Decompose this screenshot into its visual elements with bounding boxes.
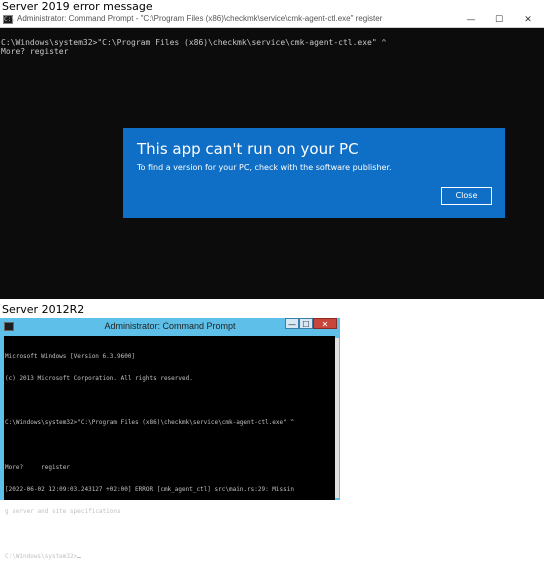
close-button[interactable]: ✕ (513, 13, 543, 27)
maximize-button[interactable]: ☐ (484, 13, 514, 27)
dialog-message: To find a version for your PC, check wit… (137, 163, 392, 172)
console-output: C:\Windows\system32>"C:\Program Files (x… (1, 38, 386, 56)
console-line: C:\Windows\system32>"C:\Program Files (x… (1, 38, 387, 47)
title-bar[interactable]: C:\ Administrator: Command Prompt - "C:\… (0, 13, 544, 28)
title-bar[interactable]: Administrator: Command Prompt — ☐ ✕ (0, 318, 340, 335)
dialog-title: This app can't run on your PC (137, 140, 359, 158)
command-prompt-window-2012r2: Administrator: Command Prompt — ☐ ✕ Micr… (0, 318, 340, 560)
app-cant-run-dialog: This app can't run on your PC To find a … (123, 128, 505, 218)
console-line: More? register (5, 463, 71, 471)
console-prompt: C:\Windows\system32> (5, 552, 78, 560)
console-line: [2022-06-02 12:09:03.243127 +02:00] ERRO… (5, 486, 294, 494)
window-title: Administrator: Command Prompt - "C:\Prog… (17, 14, 383, 23)
console-line: Microsoft Windows [Version 6.3.9600] (5, 352, 136, 360)
caption-server-2012r2: Server 2012R2 (2, 303, 85, 316)
console-output: Microsoft Windows [Version 6.3.9600] (c)… (4, 336, 335, 560)
scrollbar[interactable] (335, 338, 339, 498)
console-line: (c) 2013 Microsoft Corporation. All righ… (5, 375, 193, 383)
caption-server-2019: Server 2019 error message (2, 0, 153, 13)
console-line: ​ (5, 442, 294, 449)
minimize-button[interactable]: — (456, 13, 486, 27)
console-line: ​ (5, 531, 294, 538)
close-button[interactable]: ✕ (313, 318, 337, 329)
minimize-button[interactable]: — (285, 318, 299, 329)
console-line: ​ (5, 397, 294, 404)
cmd-icon: C:\ (3, 15, 15, 24)
text-cursor (77, 556, 82, 558)
console-line: More? register (1, 47, 69, 56)
console-line: g server and site specifications (5, 508, 121, 516)
console-line: C:\Windows\system32>"C:\Program Files (x… (5, 419, 294, 427)
maximize-button[interactable]: ☐ (299, 318, 313, 329)
close-dialog-button[interactable]: Close (441, 187, 492, 205)
